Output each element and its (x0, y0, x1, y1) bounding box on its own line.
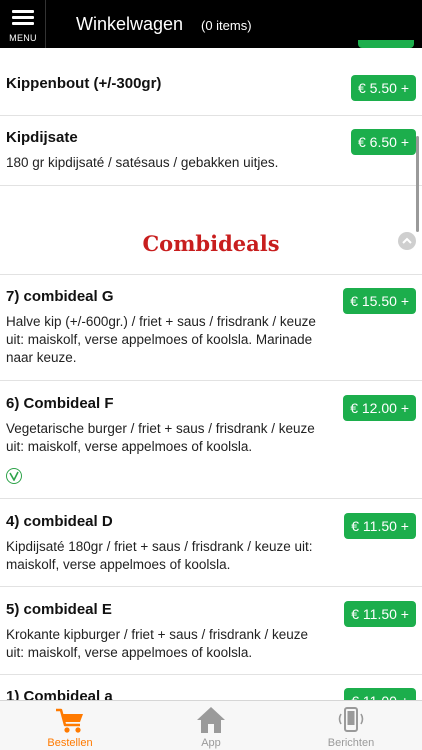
cart-title[interactable]: Winkelwagen (76, 14, 183, 35)
tab-label: App (201, 737, 221, 749)
tab-label: Bestellen (47, 737, 93, 749)
list-item[interactable]: Kipdijsate 180 gr kipdijsaté / satésaus … (0, 116, 422, 186)
menu-button[interactable]: MENU (0, 0, 46, 48)
add-price-button[interactable]: € 12.00 + (343, 395, 416, 421)
add-price-button[interactable]: € 11.50 + (344, 601, 416, 627)
product-description: Krokante kipburger / friet + saus / fris… (6, 627, 309, 660)
add-price-button[interactable]: € 11.00 + (344, 688, 416, 700)
product-name: Kipdijsate (6, 129, 78, 146)
tab-label: Berichten (327, 737, 375, 749)
product-name: Kippenbout (+/-300gr) (6, 75, 162, 92)
add-price-button[interactable]: € 11.50 + (344, 513, 416, 539)
list-item[interactable]: 7) combideal G Halve kip (+/-600gr.) / f… (0, 274, 422, 381)
phone-notification-icon (335, 705, 367, 735)
product-description: Kipdijsaté 180gr / friet + saus / frisdr… (6, 539, 313, 572)
menu-label: MENU (9, 33, 37, 43)
product-name: 1) Combideal a (6, 688, 113, 700)
vegetarian-icon (6, 468, 22, 484)
list-item[interactable]: Kippenbout (+/-300gr) € 5.50 + (0, 62, 422, 116)
collapse-icon[interactable] (398, 232, 416, 250)
list-item[interactable]: 4) combideal D Kipdijsaté 180gr / friet … (0, 499, 422, 587)
tab-bestellen[interactable]: Bestellen (20, 701, 120, 750)
list-item[interactable]: 1) Combideal a € 11.00 + (0, 675, 422, 700)
product-name: 7) combideal G (6, 288, 114, 305)
list-item[interactable]: 6) Combideal F Vegetarische burger / fri… (0, 381, 422, 499)
list-item[interactable]: 5) combideal E Krokante kipburger / frie… (0, 587, 422, 675)
tab-app[interactable]: App (161, 701, 261, 750)
top-bar: MENU Winkelwagen (0 items) (0, 0, 422, 48)
cart-item-count[interactable]: (0 items) (201, 18, 252, 33)
cart-icon (54, 705, 86, 735)
product-description: 180 gr kipdijsaté / satésaus / gebakken … (6, 155, 279, 170)
scrollbar[interactable] (416, 136, 419, 232)
product-description: Vegetarische burger / friet + saus / fri… (6, 421, 315, 454)
add-price-button[interactable]: € 6.50 + (351, 129, 416, 155)
hamburger-icon (12, 10, 34, 26)
home-icon (195, 705, 227, 735)
product-description: Halve kip (+/-600gr.) / friet + saus / f… (6, 314, 316, 365)
tab-bar: Bestellen App Berichten (0, 700, 422, 750)
add-price-button[interactable]: € 15.50 + (343, 288, 416, 314)
product-name: 4) combideal D (6, 513, 113, 530)
partial-price-button[interactable] (358, 40, 414, 48)
add-price-button[interactable]: € 5.50 + (351, 75, 416, 101)
section-title: Combideals (142, 231, 280, 256)
menu-list[interactable]: Kippenbout (+/-300gr) € 5.50 + Kipdijsat… (0, 48, 422, 700)
product-name: 5) combideal E (6, 601, 112, 618)
product-name: 6) Combideal F (6, 395, 114, 412)
tab-berichten[interactable]: Berichten (301, 701, 401, 750)
